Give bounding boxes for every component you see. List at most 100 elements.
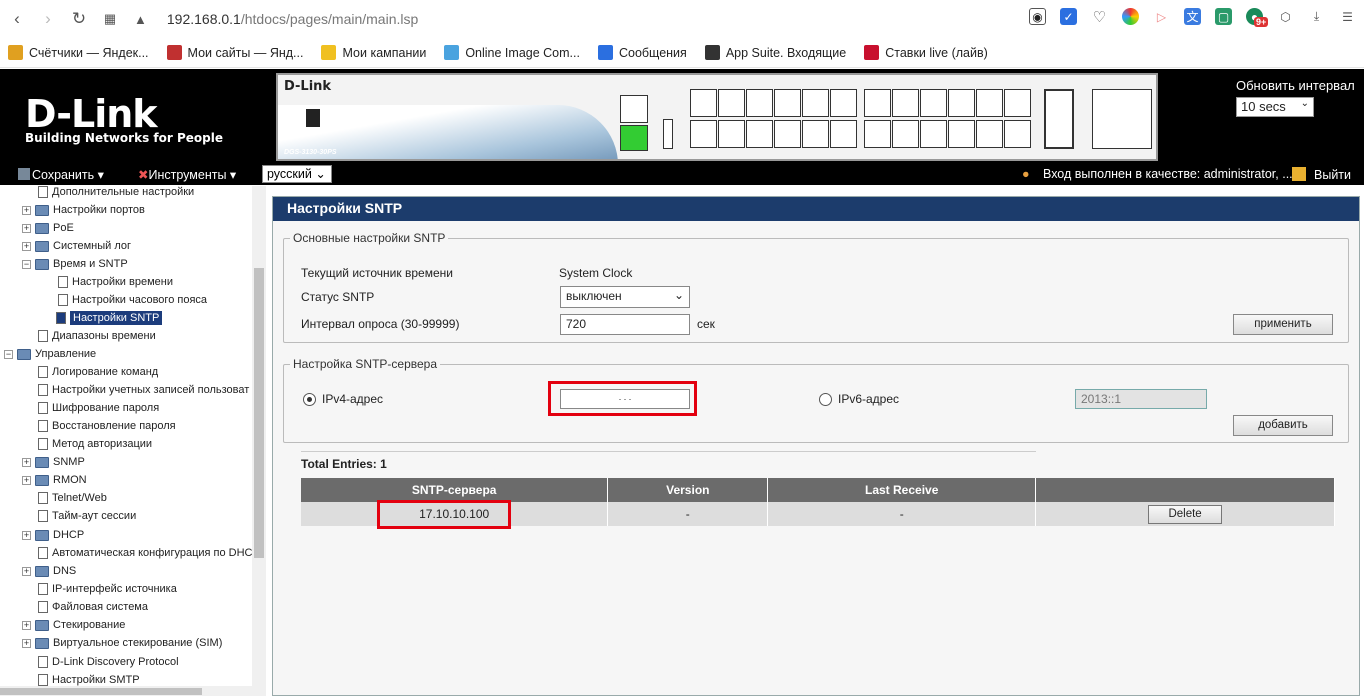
tree-item[interactable]: + DHCP: [22, 526, 84, 544]
port-group-2: [864, 89, 1031, 148]
sntp-status-value: выключен: [566, 289, 622, 303]
expand-icon[interactable]: +: [22, 620, 31, 630]
folder-icon: [35, 222, 49, 234]
translate-icon[interactable]: 文: [1184, 8, 1201, 25]
chevron-down-icon: ⌄: [1300, 98, 1309, 109]
extension-colorful-icon[interactable]: [1122, 8, 1139, 25]
expand-icon[interactable]: +: [22, 205, 31, 215]
bookmark-label: Online Image Com...: [465, 45, 580, 60]
tree-item[interactable]: Настройки времени: [58, 273, 173, 291]
tree-item[interactable]: + RMON: [22, 471, 87, 489]
heart-icon[interactable]: ♡: [1091, 8, 1108, 26]
tree-item[interactable]: + PoE: [22, 219, 74, 237]
document-icon: [38, 492, 48, 504]
sntp-status-select[interactable]: выключен ⌄: [560, 286, 690, 308]
tree-item[interactable]: − Время и SNTP: [22, 255, 128, 273]
profile-icon[interactable]: ●9+: [1246, 8, 1269, 27]
port-group-1: [690, 89, 857, 148]
tree-item-label: Настройки портов: [53, 204, 145, 216]
logout-button[interactable]: Выйти: [1292, 167, 1351, 182]
expand-icon[interactable]: +: [22, 223, 31, 233]
ipv6-address-input[interactable]: 2013::1: [1075, 389, 1207, 409]
tree-item-label: Тайм-аут сессии: [52, 510, 137, 522]
collapse-icon[interactable]: −: [4, 349, 13, 359]
collapse-icon[interactable]: −: [22, 259, 31, 269]
menu-icon[interactable]: ☰: [1339, 8, 1356, 25]
bookmark-item[interactable]: Мои сайты — Янд...: [166, 45, 303, 60]
language-value: русский: [267, 167, 312, 181]
tree-item[interactable]: Настройки учетных записей пользоват: [38, 381, 249, 399]
expand-icon[interactable]: +: [22, 457, 31, 467]
action-cell: Delete: [1035, 502, 1335, 526]
tree-item[interactable]: Дополнительные настройки: [38, 186, 194, 201]
tree-item[interactable]: Тайм-аут сессии: [38, 507, 136, 525]
last-receive-cell: -: [767, 502, 1037, 526]
expand-icon[interactable]: +: [22, 566, 31, 576]
grid-icon[interactable]: ▦: [96, 5, 124, 33]
reload-icon[interactable]: ↻: [65, 5, 93, 33]
tree-item[interactable]: Автоматическая конфигурация по DHC: [38, 544, 253, 562]
tree-item[interactable]: D-Link Discovery Protocol: [38, 653, 179, 671]
bookmark-item[interactable]: Online Image Com...: [444, 45, 580, 60]
tree-item[interactable]: + DNS: [22, 562, 76, 580]
stack-id-display: [306, 109, 320, 127]
bookmark-icon: [597, 45, 613, 60]
sidebar-scrollbar[interactable]: [252, 186, 266, 696]
add-button[interactable]: добавить: [1233, 415, 1333, 436]
chevron-down-icon: ⌄: [673, 288, 684, 302]
ipv4-radio[interactable]: [303, 393, 316, 406]
play-icon[interactable]: ▷: [1153, 8, 1170, 25]
tree-item[interactable]: Восстановление пароля: [38, 417, 176, 435]
expand-icon[interactable]: +: [22, 530, 31, 540]
column-header: [1035, 478, 1335, 502]
bookmark-item[interactable]: App Suite. Входящие: [704, 45, 846, 60]
refresh-interval-select[interactable]: 10 secs ⌄: [1236, 97, 1314, 117]
tree-item[interactable]: Диапазоны времени: [38, 327, 156, 345]
bookmark-item[interactable]: Ставки live (лайв): [864, 45, 988, 60]
tree-item[interactable]: Настройки часового пояса: [58, 291, 207, 309]
device-front-panel[interactable]: D-Link DGS-3130-30PS: [276, 73, 1158, 161]
delete-button[interactable]: Delete: [1148, 504, 1223, 524]
sidebar-hscrollbar[interactable]: [0, 686, 252, 696]
tree-item[interactable]: + Настройки портов: [22, 201, 145, 219]
tree-item-label: DNS: [53, 565, 77, 577]
bookmark-item[interactable]: Счётчики — Яндек...: [8, 45, 149, 60]
tree-item[interactable]: Настройки SNTP: [56, 309, 163, 327]
tree-item[interactable]: Файловая система: [38, 598, 148, 616]
tree-item[interactable]: + Системный лог: [22, 237, 131, 255]
bookmark-item[interactable]: Сообщения: [597, 45, 687, 60]
tree-item-label: Настройки часового пояса: [72, 294, 208, 306]
tree-item[interactable]: Логирование команд: [38, 363, 158, 381]
tools-menu[interactable]: ✖Инструменты ▾: [138, 167, 236, 182]
tree-item[interactable]: + Стекирование: [22, 616, 125, 634]
address-bar[interactable]: 192.168.0.1/htdocs/pages/main/main.lsp: [167, 11, 418, 27]
apply-button[interactable]: применить: [1233, 314, 1333, 335]
language-select[interactable]: русский ⌄: [262, 165, 332, 183]
shield-icon[interactable]: ✓: [1060, 8, 1077, 25]
bookmark-label: Ставки live (лайв): [885, 45, 988, 60]
poll-interval-input[interactable]: 720: [560, 314, 690, 335]
tree-item[interactable]: + Виртуальное стекирование (SIM): [22, 634, 222, 652]
tree-item[interactable]: Метод авторизации: [38, 435, 152, 453]
expand-icon[interactable]: +: [22, 475, 31, 485]
camera-icon[interactable]: ◉: [1029, 8, 1046, 25]
tree-item[interactable]: Telnet/Web: [38, 489, 107, 507]
box-icon[interactable]: ⬡: [1277, 8, 1294, 25]
sfp-ports: [1044, 89, 1074, 149]
tree-item[interactable]: IP-интерфейс источника: [38, 580, 177, 598]
warning-icon[interactable]: ▲: [134, 12, 147, 27]
forward-icon[interactable]: ›: [34, 5, 62, 33]
tree-item[interactable]: Шифрование пароля: [38, 399, 159, 417]
ipv6-radio[interactable]: [819, 393, 832, 406]
bookmark-item[interactable]: Мои кампании: [321, 45, 426, 60]
download-icon[interactable]: ⤓: [1308, 8, 1325, 25]
bookmark-label: Счётчики — Яндек...: [29, 45, 149, 60]
save-menu[interactable]: Сохранить ▾: [18, 167, 104, 182]
expand-icon[interactable]: +: [22, 638, 31, 648]
expand-icon[interactable]: +: [22, 241, 31, 251]
tree-item[interactable]: − Управление: [4, 345, 96, 363]
extension-green-icon[interactable]: ▢: [1215, 8, 1232, 25]
tree-item[interactable]: + SNMP: [22, 453, 85, 471]
ipv4-address-input[interactable]: . . .: [560, 389, 690, 409]
back-icon[interactable]: ‹: [3, 5, 31, 33]
